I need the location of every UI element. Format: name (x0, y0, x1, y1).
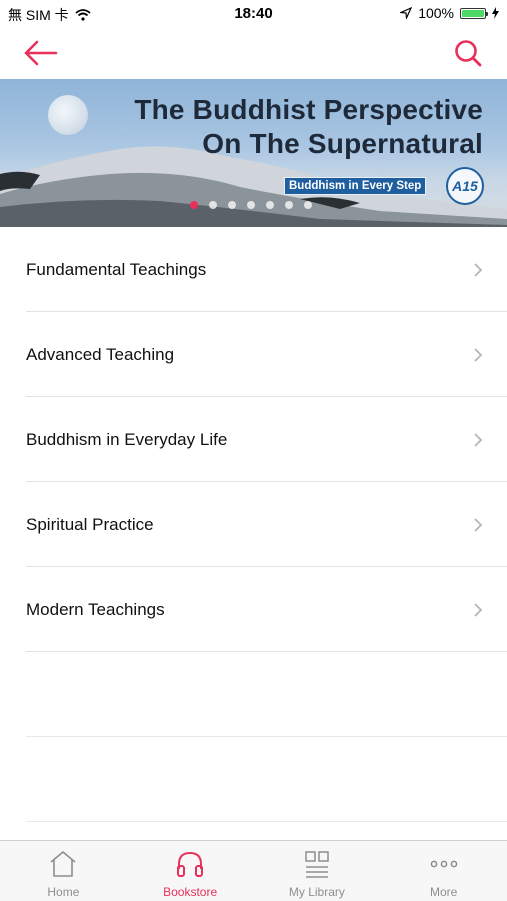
search-icon[interactable] (451, 36, 485, 70)
carousel-dot[interactable] (285, 201, 293, 209)
battery-icon (460, 7, 488, 19)
carousel-dot[interactable] (228, 201, 236, 209)
category-label: Fundamental Teachings (26, 260, 207, 279)
category-row-spiritual-practice[interactable]: Spiritual Practice (0, 482, 507, 567)
tab-my-library[interactable]: My Library (254, 841, 381, 901)
home-icon (50, 851, 76, 877)
chevron-right-icon (474, 263, 483, 277)
tab-bookstore[interactable]: Bookstore (127, 841, 254, 901)
status-right: 100% (400, 5, 499, 21)
empty-row (0, 652, 507, 737)
category-row-advanced-teaching[interactable]: Advanced Teaching (0, 312, 507, 397)
banner-title-line1: The Buddhist Perspective (134, 94, 483, 125)
series-tag: Buddhism in Every Step (284, 177, 427, 195)
chevron-right-icon (474, 603, 483, 617)
carousel-page-indicator[interactable] (190, 201, 312, 209)
empty-row (0, 737, 507, 822)
carousel-dot[interactable] (190, 201, 198, 209)
category-label: Spiritual Practice (26, 515, 154, 534)
status-bar: 無 SIM 卡 18:40 100% (0, 0, 507, 28)
tab-label: Home (47, 885, 80, 899)
tab-label: Bookstore (163, 885, 218, 899)
category-label: Buddhism in Everyday Life (26, 430, 228, 449)
series-code-badge: A15 (446, 167, 484, 205)
tab-label: More (429, 885, 458, 899)
back-arrow-icon[interactable] (22, 36, 62, 70)
carousel-dot[interactable] (304, 201, 312, 209)
chevron-right-icon (474, 433, 483, 447)
category-label: Modern Teachings (26, 600, 165, 619)
battery-percent: 100% (418, 5, 454, 21)
tab-home[interactable]: Home (0, 841, 127, 901)
banner-title-line2: On The Supernatural (202, 128, 483, 159)
row-divider (26, 821, 507, 822)
category-label: Advanced Teaching (26, 345, 175, 364)
featured-banner[interactable]: The Buddhist Perspective On The Supernat… (0, 79, 507, 227)
nav-bar (0, 28, 507, 78)
category-row-buddhism-in-everyday-life[interactable]: Buddhism in Everyday Life (0, 397, 507, 482)
tab-label: My Library (288, 885, 345, 899)
category-row-modern-teachings[interactable]: Modern Teachings (0, 567, 507, 652)
chevron-right-icon (474, 348, 483, 362)
category-list: Fundamental Teachings Advanced Teaching … (0, 227, 507, 822)
location-arrow-icon (400, 7, 413, 19)
chevron-right-icon (474, 518, 483, 532)
carousel-dot[interactable] (247, 201, 255, 209)
tab-more[interactable]: More (380, 841, 507, 901)
more-icon (430, 860, 457, 868)
headphones-icon (177, 851, 204, 877)
charging-bolt-icon (492, 7, 499, 19)
category-row-fundamental-teachings[interactable]: Fundamental Teachings (0, 227, 507, 312)
moon-graphic (48, 95, 88, 135)
library-icon (305, 851, 329, 878)
carousel-dot[interactable] (209, 201, 217, 209)
banner-title: The Buddhist Perspective On The Supernat… (134, 93, 483, 161)
carousel-dot[interactable] (266, 201, 274, 209)
tab-bar: Home Bookstore My Library More (0, 840, 507, 901)
